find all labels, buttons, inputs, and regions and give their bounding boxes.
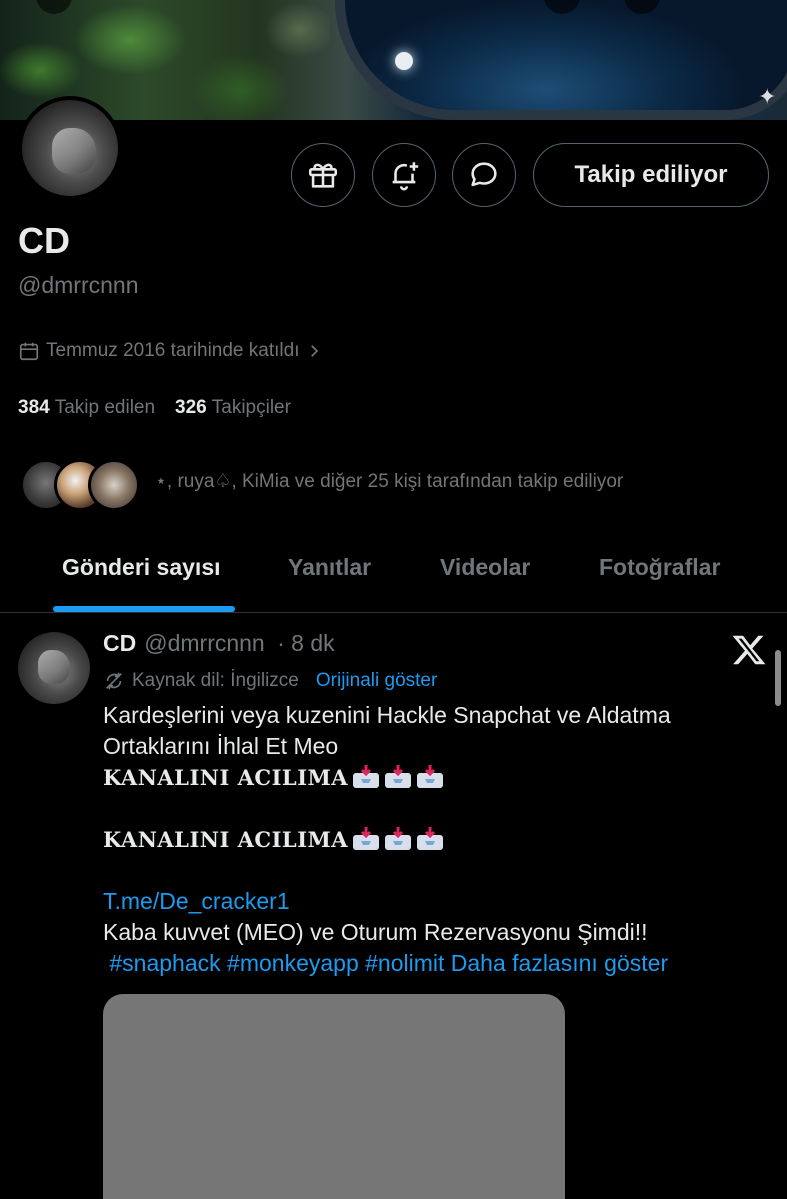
- following-button[interactable]: Takip ediliyor: [533, 143, 769, 207]
- scrollbar[interactable]: [775, 650, 781, 706]
- calendar-icon: [19, 342, 39, 361]
- profile-name: CD: [18, 220, 70, 261]
- inbox-tray-icon: [416, 765, 444, 789]
- gift-button[interactable]: [291, 143, 355, 207]
- post-text-line: Kardeşlerini veya kuzenini Hackle Snapch…: [103, 702, 671, 728]
- followers-count: 326: [175, 397, 207, 418]
- tab-photos[interactable]: Fotoğraflar: [599, 554, 720, 581]
- tab-posts[interactable]: Gönderi sayısı: [62, 554, 221, 581]
- chevron-right-icon: [311, 345, 319, 357]
- profile-tabs: Gönderi sayısı Yanıtlar Videolar Fotoğra…: [0, 540, 787, 613]
- profile-handle: @dmrrcnnn: [18, 272, 139, 298]
- notify-button[interactable]: [372, 143, 436, 207]
- gift-icon: [308, 163, 338, 188]
- followers-label: Takipçiler: [211, 397, 291, 418]
- post-header: CD @dmrrcnnn · 8 dk: [103, 630, 335, 657]
- inbox-tray-icon: [416, 827, 444, 851]
- follow-stats: 384 Takip edilen 326 Takipçiler: [18, 397, 291, 419]
- hashtags-and-show-more[interactable]: #snaphack #monkeyapp #nolimit Daha fazla…: [103, 948, 763, 979]
- show-original-link[interactable]: Orijinali göster: [316, 670, 437, 692]
- post-text: Kardeşlerini veya kuzenini Hackle Snapch…: [103, 700, 763, 979]
- post-text-line: Kaba kuvvet (MEO) ve Oturum Rezervasyonu…: [103, 919, 648, 945]
- telegram-link[interactable]: T.me/De_cracker1: [103, 886, 763, 917]
- post-media[interactable]: [103, 994, 565, 1199]
- post-blank-line: [103, 793, 763, 824]
- post-author-avatar[interactable]: [18, 632, 90, 704]
- mutual-follower-avatar: [88, 459, 140, 511]
- sparkle-icon: ✦: [758, 84, 777, 109]
- inbox-tray-icon: [352, 827, 380, 851]
- post-blank-line: [103, 855, 763, 886]
- post-text-line-bold: KANALINI ACILIMA: [103, 824, 763, 855]
- translation-row: Kaynak dil: İngilizce Orijinali göster: [103, 670, 437, 692]
- followers-stat[interactable]: 326 Takipçiler: [175, 397, 291, 419]
- active-tab-indicator: [53, 606, 235, 612]
- source-language: Kaynak dil: İngilizce: [132, 670, 299, 691]
- tab-replies[interactable]: Yanıtlar: [288, 554, 371, 581]
- banner-moon: [395, 52, 413, 70]
- inbox-tray-icon: [352, 765, 380, 789]
- inbox-tray-icon: [384, 827, 412, 851]
- post-time: · 8 dk: [277, 630, 335, 656]
- post-text-line: Ortaklarını İhlal Et Meo: [103, 733, 339, 759]
- following-label: Takip edilen: [54, 397, 156, 418]
- post-author-handle[interactable]: @dmrrcnnn: [144, 630, 265, 656]
- bell-plus-icon: [392, 162, 419, 191]
- message-button[interactable]: [452, 143, 516, 207]
- following-stat[interactable]: 384 Takip edilen: [18, 397, 155, 419]
- avatar-photo: [52, 128, 96, 174]
- tab-videos[interactable]: Videolar: [440, 554, 530, 581]
- mutual-followers-avatars[interactable]: [20, 458, 140, 512]
- mutual-followers-text[interactable]: ⋆, ruya♤, KiMia ve diğer 25 kişi tarafın…: [155, 470, 623, 493]
- profile-banner[interactable]: ✦: [0, 0, 787, 120]
- post-bold-text: KANALINI ACILIMA: [103, 765, 349, 790]
- profile-avatar[interactable]: [18, 96, 122, 200]
- x-logo-icon: [732, 635, 766, 665]
- post-bold-text: KANALINI ACILIMA: [103, 827, 349, 852]
- joined-date-row[interactable]: Temmuz 2016 tarihinde katıldı: [18, 340, 323, 362]
- post-author-name[interactable]: CD: [103, 630, 136, 656]
- translate-slash-icon: [106, 672, 122, 690]
- following-count: 384: [18, 397, 50, 418]
- avatar-photo: [38, 650, 70, 684]
- joined-date-text: Temmuz 2016 tarihinde katıldı: [46, 340, 300, 361]
- post-text-line-bold: KANALINI ACILIMA: [103, 762, 763, 793]
- inbox-tray-icon: [384, 765, 412, 789]
- message-bubble-icon: [471, 162, 497, 187]
- post[interactable]: CD @dmrrcnnn · 8 dk Kaynak dil: İngilizce…: [0, 614, 787, 1199]
